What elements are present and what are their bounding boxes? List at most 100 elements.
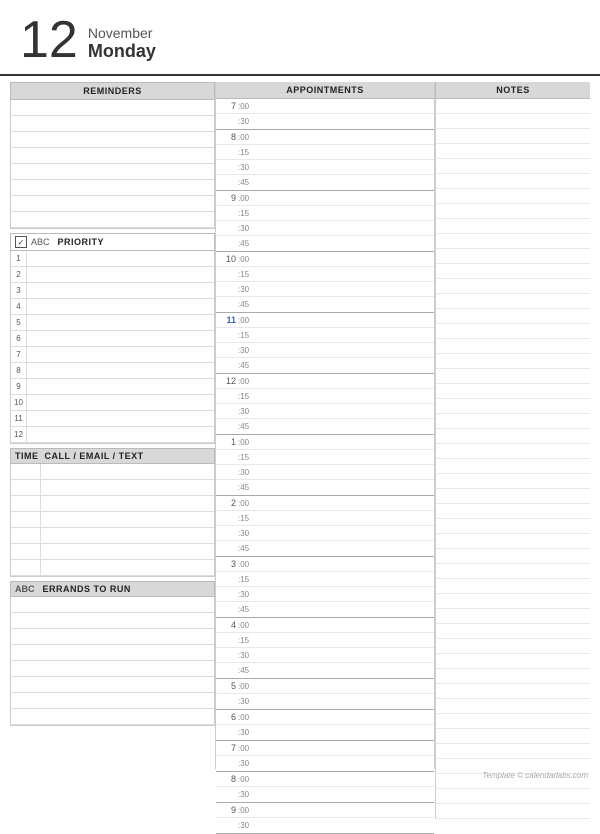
priority-row[interactable]: 6 <box>11 331 214 347</box>
appt-slot[interactable]: :30 <box>216 648 434 663</box>
calls-row[interactable] <box>11 464 214 480</box>
appt-slot[interactable]: :45 <box>216 663 434 678</box>
appt-slot[interactable]: :15 <box>216 511 434 526</box>
priority-row[interactable]: 1 <box>11 251 214 267</box>
priority-row[interactable]: 8 <box>11 363 214 379</box>
calls-row[interactable] <box>11 560 214 576</box>
notes-line[interactable] <box>435 249 590 264</box>
notes-line[interactable] <box>435 339 590 354</box>
appt-slot[interactable]: :45 <box>216 175 434 190</box>
appt-slot[interactable]: :30 <box>216 465 434 480</box>
notes-line[interactable] <box>435 594 590 609</box>
calls-row[interactable] <box>11 512 214 528</box>
appt-slot[interactable]: :30 <box>216 587 434 602</box>
appt-slot[interactable]: 5:00 <box>216 679 434 694</box>
notes-line[interactable] <box>435 114 590 129</box>
notes-line[interactable] <box>435 399 590 414</box>
priority-row[interactable]: 3 <box>11 283 214 299</box>
appt-slot[interactable]: :15 <box>216 572 434 587</box>
notes-line[interactable] <box>435 609 590 624</box>
priority-row[interactable]: 5 <box>11 315 214 331</box>
appt-slot[interactable]: 11:00 <box>216 313 434 328</box>
appt-slot[interactable]: :45 <box>216 236 434 251</box>
appt-slot[interactable]: :30 <box>216 526 434 541</box>
notes-line[interactable] <box>435 564 590 579</box>
errand-line[interactable] <box>11 693 214 709</box>
reminder-line[interactable] <box>11 100 214 116</box>
appt-slot[interactable]: :30 <box>216 404 434 419</box>
appt-slot[interactable]: 9:00 <box>216 803 434 818</box>
priority-row[interactable]: 10 <box>11 395 214 411</box>
notes-line[interactable] <box>435 789 590 804</box>
priority-row[interactable]: 12 <box>11 427 214 443</box>
appt-slot[interactable]: :15 <box>216 633 434 648</box>
appt-slot[interactable]: 12:00 <box>216 374 434 389</box>
reminder-line[interactable] <box>11 180 214 196</box>
appt-slot[interactable]: :30 <box>216 818 434 833</box>
appt-slot[interactable]: :30 <box>216 221 434 236</box>
appt-slot[interactable]: :30 <box>216 114 434 129</box>
appt-slot[interactable]: :45 <box>216 602 434 617</box>
calls-row[interactable] <box>11 496 214 512</box>
priority-row[interactable]: 9 <box>11 379 214 395</box>
notes-line[interactable] <box>435 624 590 639</box>
appt-slot[interactable]: 2:00 <box>216 496 434 511</box>
notes-line[interactable] <box>435 654 590 669</box>
appt-slot[interactable]: 4:00 <box>216 618 434 633</box>
notes-line[interactable] <box>435 279 590 294</box>
notes-line[interactable] <box>435 204 590 219</box>
appt-slot[interactable]: :45 <box>216 480 434 495</box>
notes-line[interactable] <box>435 234 590 249</box>
priority-checkbox[interactable]: ✓ <box>15 236 27 248</box>
notes-line[interactable] <box>435 684 590 699</box>
appt-slot[interactable]: :15 <box>216 145 434 160</box>
notes-line[interactable] <box>435 159 590 174</box>
errand-line[interactable] <box>11 709 214 725</box>
notes-line[interactable] <box>435 384 590 399</box>
notes-line[interactable] <box>435 264 590 279</box>
calls-row[interactable] <box>11 480 214 496</box>
appt-slot[interactable]: :15 <box>216 389 434 404</box>
notes-line[interactable] <box>435 129 590 144</box>
calls-row[interactable] <box>11 544 214 560</box>
notes-line[interactable] <box>435 294 590 309</box>
notes-line[interactable] <box>435 534 590 549</box>
appt-slot[interactable]: 10:00 <box>216 252 434 267</box>
notes-line[interactable] <box>435 489 590 504</box>
priority-row[interactable]: 4 <box>11 299 214 315</box>
notes-line[interactable] <box>435 699 590 714</box>
notes-line[interactable] <box>435 429 590 444</box>
errand-line[interactable] <box>11 645 214 661</box>
notes-line[interactable] <box>435 474 590 489</box>
appt-slot[interactable]: 1:00 <box>216 435 434 450</box>
appt-slot[interactable]: :30 <box>216 787 434 802</box>
appt-slot[interactable]: :45 <box>216 297 434 312</box>
priority-row[interactable]: 2 <box>11 267 214 283</box>
appt-slot[interactable]: 6:00 <box>216 710 434 725</box>
notes-line[interactable] <box>435 414 590 429</box>
appt-slot[interactable]: :30 <box>216 160 434 175</box>
appt-slot[interactable]: :30 <box>216 694 434 709</box>
appt-slot[interactable]: :30 <box>216 756 434 771</box>
notes-line[interactable] <box>435 804 590 819</box>
appt-slot[interactable]: 3:00 <box>216 557 434 572</box>
errand-line[interactable] <box>11 661 214 677</box>
appt-slot[interactable]: :45 <box>216 358 434 373</box>
appt-slot[interactable]: :45 <box>216 541 434 556</box>
errand-line[interactable] <box>11 677 214 693</box>
notes-line[interactable] <box>435 639 590 654</box>
notes-line[interactable] <box>435 444 590 459</box>
errand-line[interactable] <box>11 629 214 645</box>
reminder-line[interactable] <box>11 164 214 180</box>
reminder-line[interactable] <box>11 196 214 212</box>
appt-slot[interactable]: :45 <box>216 419 434 434</box>
appt-slot[interactable]: :30 <box>216 725 434 740</box>
notes-line[interactable] <box>435 309 590 324</box>
appt-slot[interactable]: 7:00 <box>216 99 434 114</box>
appt-slot[interactable]: 8:00 <box>216 130 434 145</box>
appt-slot[interactable]: :15 <box>216 450 434 465</box>
appt-slot[interactable]: :15 <box>216 328 434 343</box>
notes-line[interactable] <box>435 324 590 339</box>
notes-line[interactable] <box>435 669 590 684</box>
appt-slot[interactable]: :15 <box>216 267 434 282</box>
